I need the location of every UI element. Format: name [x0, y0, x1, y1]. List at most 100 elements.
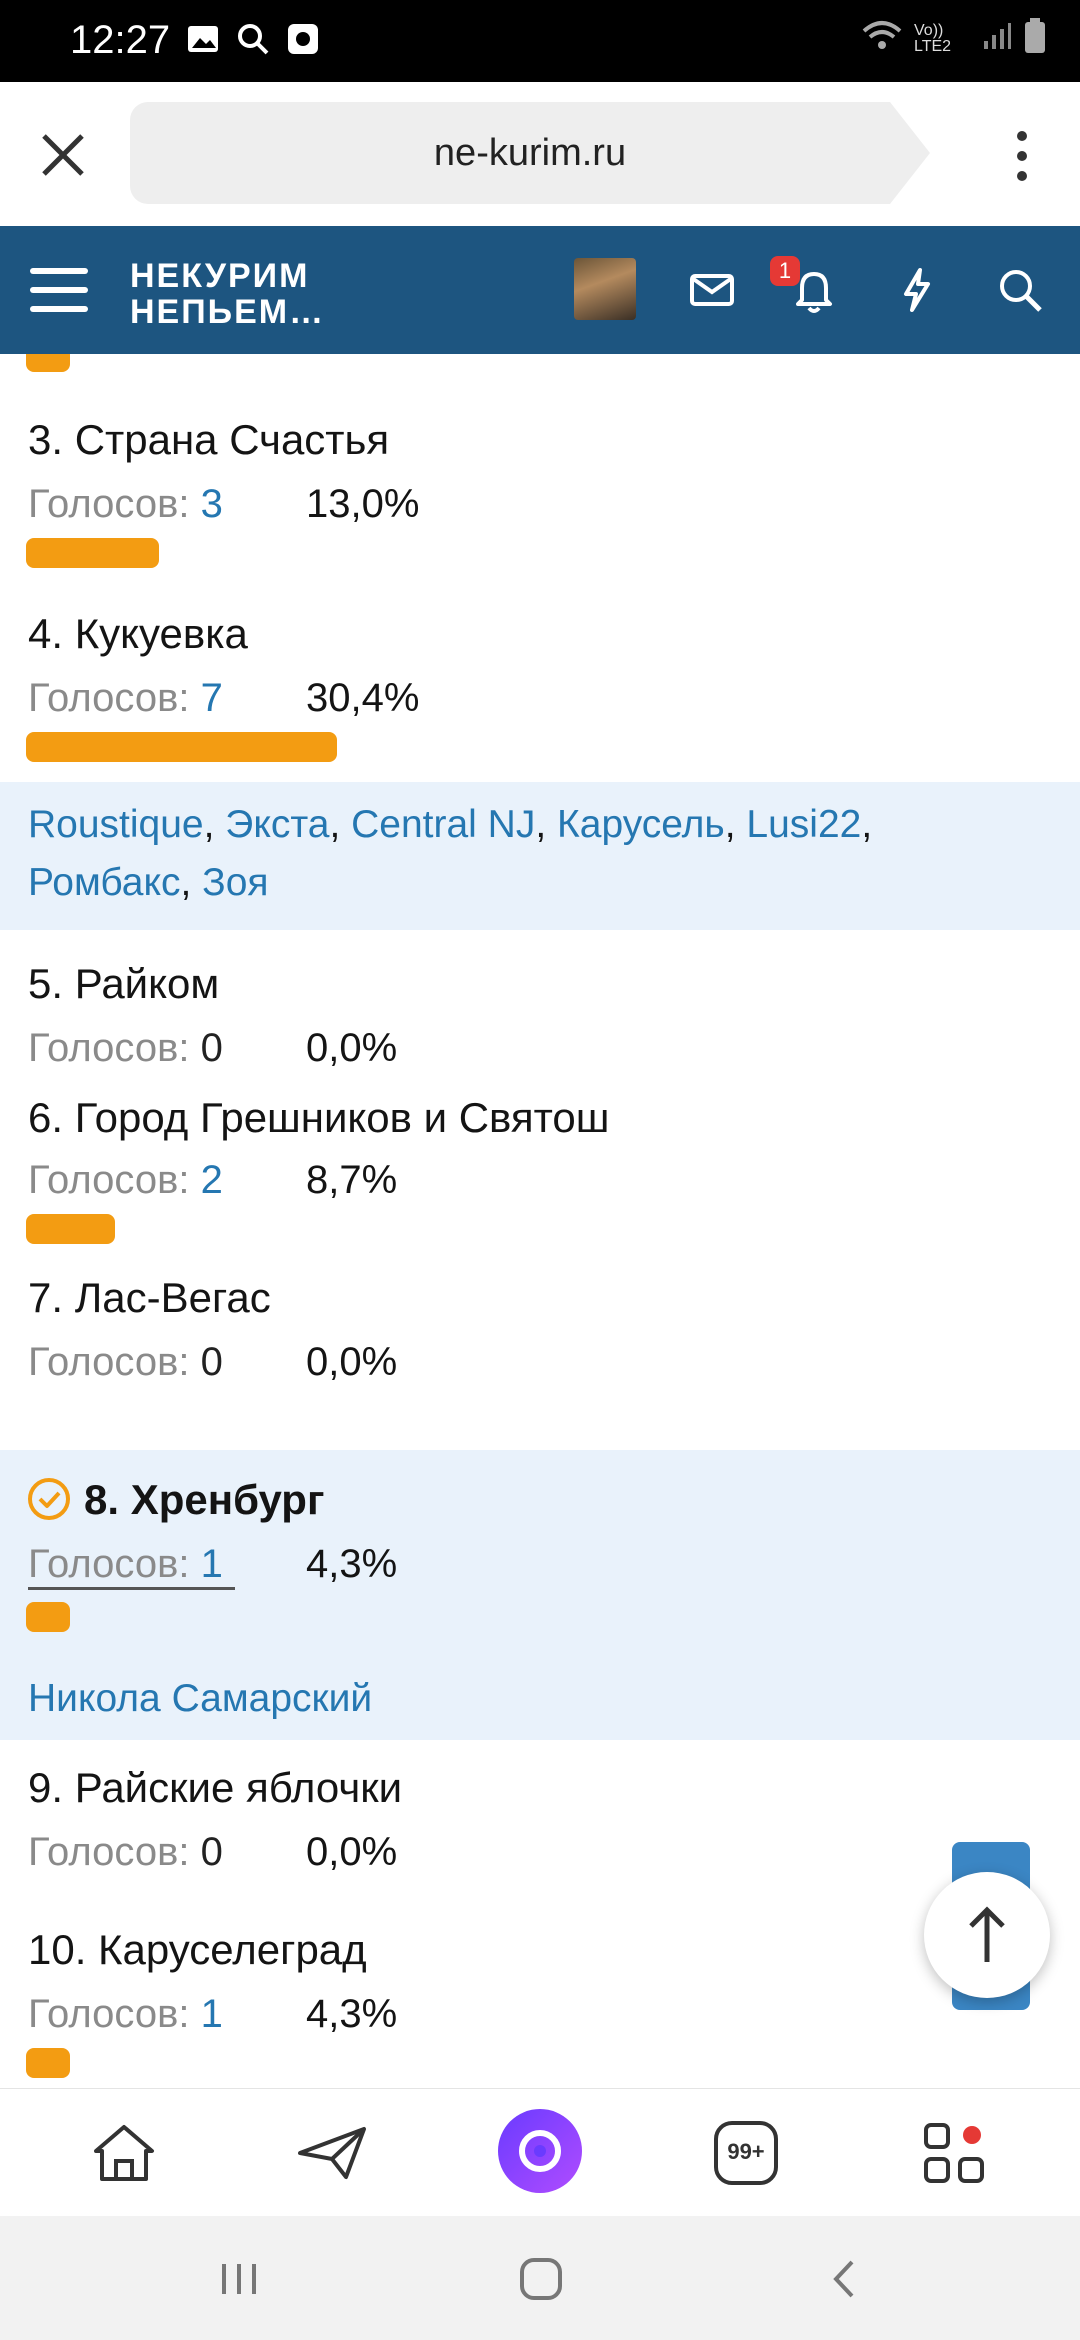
poll-option: 7. Лас-Вегас Голосов: 0 0,0%: [0, 1244, 1080, 1436]
poll-option: 3. Страна Счастья Голосов: 3 13,0%: [0, 354, 1080, 568]
home-nav-icon[interactable]: [516, 2254, 566, 2304]
poll-option: 4. Кукуевка Голосов: 7 30,4%: [0, 548, 1080, 762]
user-avatar[interactable]: [574, 258, 636, 320]
poll-option: 9. Райские яблочки Голосов: 0 0,0%: [0, 1740, 1080, 1904]
votes-count-link[interactable]: 3: [201, 482, 223, 526]
votes-label: Голосов:: [28, 1026, 190, 1070]
url-text: ne-kurim.ru: [433, 132, 627, 174]
voter-link[interactable]: Ромбакс: [28, 861, 181, 904]
option-title: 3. Страна Счастья: [28, 416, 390, 463]
option-percent: 0,0%: [306, 1026, 398, 1070]
votes-count: 0: [200, 1026, 223, 1070]
voter-link[interactable]: Central NJ: [351, 803, 535, 846]
option-title: 10. Каруселеград: [28, 1926, 367, 1973]
votes-count: 0: [200, 1340, 223, 1384]
option-title: 5. Райком: [28, 960, 220, 1007]
status-bar: 12:27 Vo)) LTE2: [0, 0, 1080, 82]
address-bar[interactable]: ne-kurim.ru: [130, 102, 930, 204]
recents-icon[interactable]: [214, 2254, 264, 2304]
voters-names: Roustique, Экста, Central NJ, Карусель, …: [28, 803, 873, 904]
votes-line: Голосов: 0: [28, 1340, 223, 1385]
badge-count: 99+: [727, 2139, 765, 2164]
option-percent: 13,0%: [306, 482, 420, 526]
votes-line: Голосов: 0: [28, 1830, 223, 1875]
battery-icon: [1024, 18, 1046, 59]
poll-option: 6. Город Грешников и Святош Голосов: 2 8…: [0, 1080, 1080, 1244]
close-icon[interactable]: [36, 128, 90, 182]
votes-label: Голосов:: [28, 482, 190, 526]
option-percent: 4,3%: [306, 1542, 398, 1586]
votes-count-link[interactable]: 2: [201, 1158, 223, 1202]
option-percent: 0,0%: [306, 1830, 398, 1874]
signal-icon: [982, 21, 1012, 56]
check-circle-icon: [26, 1476, 72, 1522]
arrow-up-icon: [969, 1906, 1005, 1962]
votes-label: Голосов:: [28, 1542, 190, 1586]
voter-link[interactable]: Зоя: [202, 861, 268, 904]
record-icon: [286, 22, 320, 56]
more-vert-icon[interactable]: [1012, 128, 1032, 184]
vote-bar: [26, 1214, 115, 1244]
option-title: 6. Город Грешников и Святош: [28, 1094, 610, 1141]
lightning-icon[interactable]: [886, 260, 946, 320]
votes-line: Голосов: 7: [28, 676, 223, 721]
network-label: Vo)) LTE2: [914, 21, 952, 55]
option-percent: 8,7%: [306, 1158, 398, 1202]
votes-line[interactable]: Голосов: 1: [28, 1542, 235, 1590]
option-title: 7. Лас-Вегас: [28, 1274, 271, 1321]
search-icon: [236, 22, 270, 56]
logo-line-1: НЕКУРИМ: [130, 257, 310, 295]
votes-line: Голосов: 0: [28, 1026, 223, 1071]
votes-label: Голосов:: [28, 1158, 190, 1202]
voter-link[interactable]: Экста: [225, 803, 329, 846]
menu-icon[interactable]: [30, 266, 88, 314]
home-icon[interactable]: [86, 2115, 162, 2191]
voters-names: Никола Самарский: [28, 1670, 372, 1728]
voter-link[interactable]: Никола Самарский: [28, 1677, 372, 1720]
votes-count-link[interactable]: 1: [201, 1992, 223, 2036]
system-nav-bar: [0, 2216, 1080, 2340]
votes-count: 0: [200, 1830, 223, 1874]
poll-results: 3. Страна Счастья Голосов: 3 13,0% 4. Ку…: [0, 354, 1080, 2088]
votes-count-link[interactable]: 1: [201, 1542, 223, 1586]
scroll-to-top-button[interactable]: [924, 1872, 1050, 1998]
option-percent: 30,4%: [306, 676, 420, 720]
option-percent: 4,3%: [306, 1992, 398, 2036]
votes-label: Голосов:: [28, 1340, 190, 1384]
browser-toolbar: ne-kurim.ru: [0, 82, 1080, 226]
vote-bar: [26, 2048, 70, 2078]
poll-option: 10. Каруселеград Голосов: 1 4,3%: [0, 1904, 1080, 2088]
vote-bar: [26, 1602, 70, 1632]
votes-line: Голосов: 3: [28, 482, 223, 527]
send-icon[interactable]: [294, 2115, 370, 2191]
apps-icon[interactable]: [916, 2115, 992, 2191]
poll-option: 5. Райком Голосов: 0 0,0%: [0, 930, 1080, 1080]
voter-link[interactable]: Карусель: [557, 803, 725, 846]
forum-header: НЕКУРИМ НЕПЬЕМ… 1: [0, 226, 1080, 354]
mail-icon[interactable]: [682, 260, 742, 320]
status-right: Vo)) LTE2: [862, 18, 1046, 59]
votes-label: Голосов:: [28, 676, 190, 720]
site-logo[interactable]: НЕКУРИМ НЕПЬЕМ…: [130, 258, 325, 330]
votes-label: Голосов:: [28, 1992, 190, 2036]
voter-link[interactable]: Roustique: [28, 803, 204, 846]
status-left-icons: [186, 22, 320, 56]
voter-link[interactable]: Lusi22: [746, 803, 861, 846]
option-title: 9. Райские яблочки: [28, 1764, 403, 1811]
votes-line: Голосов: 2: [28, 1158, 223, 1203]
option-title: 8. Хренбург: [84, 1476, 325, 1523]
status-time: 12:27: [70, 18, 171, 62]
poll-option-selected: 8. Хренбург Голосов: 1 4,3% Никола Самар…: [0, 1450, 1080, 1740]
wifi-icon: [862, 19, 902, 58]
badge-icon[interactable]: 99+: [708, 2115, 784, 2191]
votes-line: Голосов: 1: [28, 1992, 223, 2037]
vote-bar: [26, 732, 337, 762]
browser-bottom-bar: 99+: [0, 2088, 1080, 2216]
back-icon[interactable]: [820, 2254, 870, 2304]
votes-count-link[interactable]: 7: [201, 676, 223, 720]
search-icon[interactable]: [990, 260, 1050, 320]
image-icon: [186, 22, 220, 56]
votes-label: Голосов:: [28, 1830, 190, 1874]
notification-badge: 1: [770, 256, 800, 286]
alice-icon[interactable]: [498, 2109, 582, 2193]
